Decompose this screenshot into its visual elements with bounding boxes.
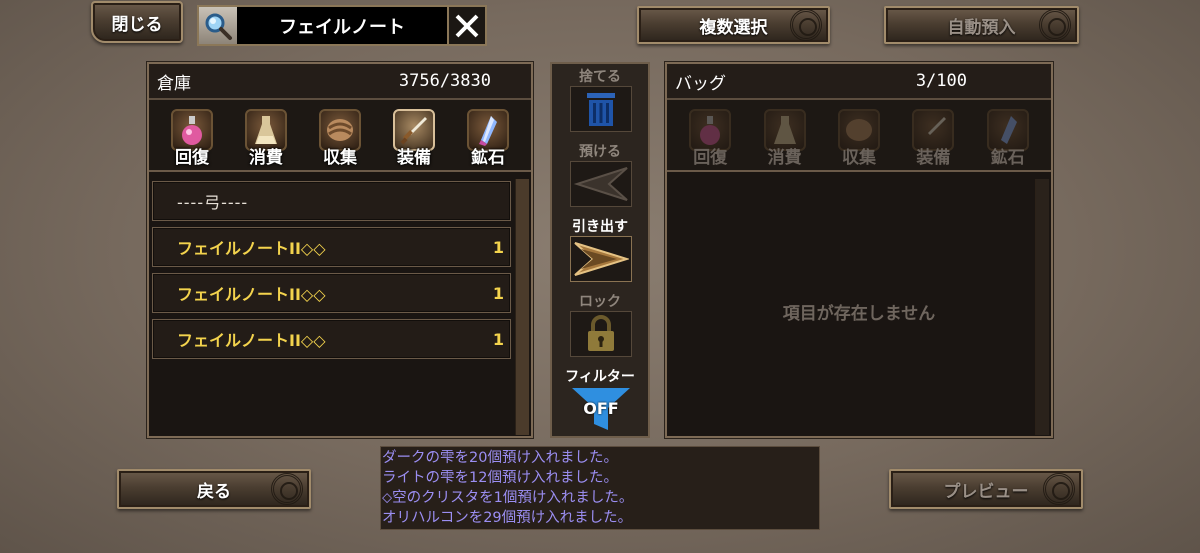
category-header-label: ----弓---- (177, 193, 249, 212)
bag-tab-collection[interactable]: 収集 (828, 109, 890, 168)
tab-ore-label: 鉱石 (471, 148, 505, 168)
swirl-ornament-icon (1039, 9, 1071, 41)
tab-recovery[interactable]: 回復 (161, 109, 223, 168)
close-button-label: 閉じる (111, 14, 163, 35)
bag-tab-consumable-label: 消費 (767, 148, 802, 168)
bag-tab-equipment-label: 装備 (916, 148, 951, 168)
list-item[interactable]: フェイルノートII◇◇ 1 (152, 227, 511, 267)
storage-header: 倉庫 3756/3830 (149, 64, 531, 100)
arrow-left-icon (573, 167, 628, 201)
bag-tab-collection-label: 収集 (841, 148, 876, 168)
swirl-ornament-icon (1043, 473, 1075, 505)
lock-label: ロック (579, 294, 621, 310)
discard-label: 捨てる (579, 69, 621, 85)
list-item[interactable]: フェイルノートII◇◇ 1 (152, 319, 511, 359)
log-line: ⬦空のクリスタを1個預け入れました。 (382, 490, 634, 506)
tab-consumable[interactable]: 消費 (235, 109, 297, 168)
withdraw-button[interactable] (570, 236, 632, 282)
swirl-ornament-icon (790, 9, 822, 41)
list-item[interactable]: フェイルノートII◇◇ 1 (152, 273, 511, 313)
deposit-button[interactable] (570, 161, 632, 207)
filter-button[interactable]: OFF (570, 386, 632, 432)
action-column: 捨てる 預ける 引き出す ロック フィルター OFF (550, 62, 650, 438)
deposit-label: 預ける (579, 144, 621, 160)
bag-panel: バッグ 3/100 回復 消費 収集 装備 鉱石 項目が存在しません (665, 62, 1053, 438)
log-line: ライトの雫を12個預け入れました。 (382, 470, 618, 486)
bag-header: バッグ 3/100 (667, 64, 1051, 100)
bag-tab-recovery-label: 回復 (693, 148, 728, 168)
bag-tab-consumable[interactable]: 消費 (754, 109, 816, 168)
discard-button[interactable] (570, 86, 632, 132)
search-icon[interactable] (199, 7, 237, 44)
lock-button[interactable] (570, 311, 632, 357)
back-button-label: 戻る (197, 481, 231, 502)
multi-select-label: 複数選択 (699, 17, 768, 38)
withdraw-label: 引き出す (572, 219, 628, 235)
arrow-right-icon (574, 242, 629, 276)
close-button[interactable]: 閉じる (91, 1, 183, 43)
auto-deposit-button[interactable]: 自動預入 (884, 6, 1079, 44)
item-name: フェイルノートII◇◇ (177, 239, 326, 258)
preview-button[interactable]: プレビュー (889, 469, 1083, 509)
search-bar[interactable]: フェイルノート (197, 5, 487, 46)
bag-title: バッグ (675, 73, 726, 94)
log-line: オリハルコンを29個預け入れました。 (382, 510, 633, 526)
trash-icon (587, 93, 615, 126)
bag-scrollbar[interactable] (1035, 179, 1049, 435)
item-qty: 1 (492, 283, 504, 303)
bag-tab-recovery[interactable]: 回復 (679, 109, 741, 168)
storage-count: 3756/3830 (398, 71, 491, 91)
log-line: ダークの雫を20個預け入れました。 (382, 450, 618, 466)
storage-title: 倉庫 (157, 73, 191, 94)
preview-button-label: プレビュー (943, 481, 1029, 502)
auto-deposit-label: 自動預入 (947, 17, 1016, 38)
item-qty: 1 (492, 237, 504, 257)
item-name: フェイルノートII◇◇ (177, 331, 326, 350)
bag-tabs: 回復 消費 収集 装備 鉱石 (667, 100, 1051, 172)
bag-tab-equipment[interactable]: 装備 (902, 109, 964, 168)
category-header-bow: ----弓---- (152, 181, 511, 221)
storage-tabs: 回復 消費 収集 装備 鉱石 (149, 100, 531, 172)
filter-state: OFF (583, 399, 619, 418)
tab-collection[interactable]: 収集 (309, 109, 371, 168)
item-qty: 1 (492, 329, 504, 349)
item-name: フェイルノートII◇◇ (177, 285, 326, 304)
tab-ore[interactable]: 鉱石 (457, 109, 519, 168)
search-input[interactable]: フェイルノート (237, 13, 447, 39)
tab-collection-label: 収集 (323, 148, 357, 168)
multi-select-button[interactable]: 複数選択 (637, 6, 830, 44)
bag-empty-message: 項目が存在しません (782, 304, 936, 324)
message-log: ダークの雫を20個預け入れました。 ライトの雫を12個預け入れました。 ⬦空のク… (380, 446, 820, 530)
tab-recovery-label: 回復 (175, 148, 209, 168)
tab-consumable-label: 消費 (249, 148, 283, 168)
back-button[interactable]: 戻る (117, 469, 311, 509)
tab-equipment-label: 装備 (397, 148, 431, 168)
bag-tab-ore-label: 鉱石 (990, 148, 1025, 168)
lock-icon (588, 315, 614, 351)
bag-count: 3/100 (915, 71, 967, 91)
storage-panel: 倉庫 3756/3830 回復 消費 収集 装備 鉱石 ----弓---- フェ… (147, 62, 533, 438)
storage-scrollbar[interactable] (515, 179, 529, 435)
tab-equipment[interactable]: 装備 (383, 109, 445, 168)
filter-label: フィルター (565, 369, 635, 385)
clear-search-icon[interactable] (447, 7, 485, 44)
bag-tab-ore[interactable]: 鉱石 (977, 109, 1039, 168)
swirl-ornament-icon (271, 473, 303, 505)
